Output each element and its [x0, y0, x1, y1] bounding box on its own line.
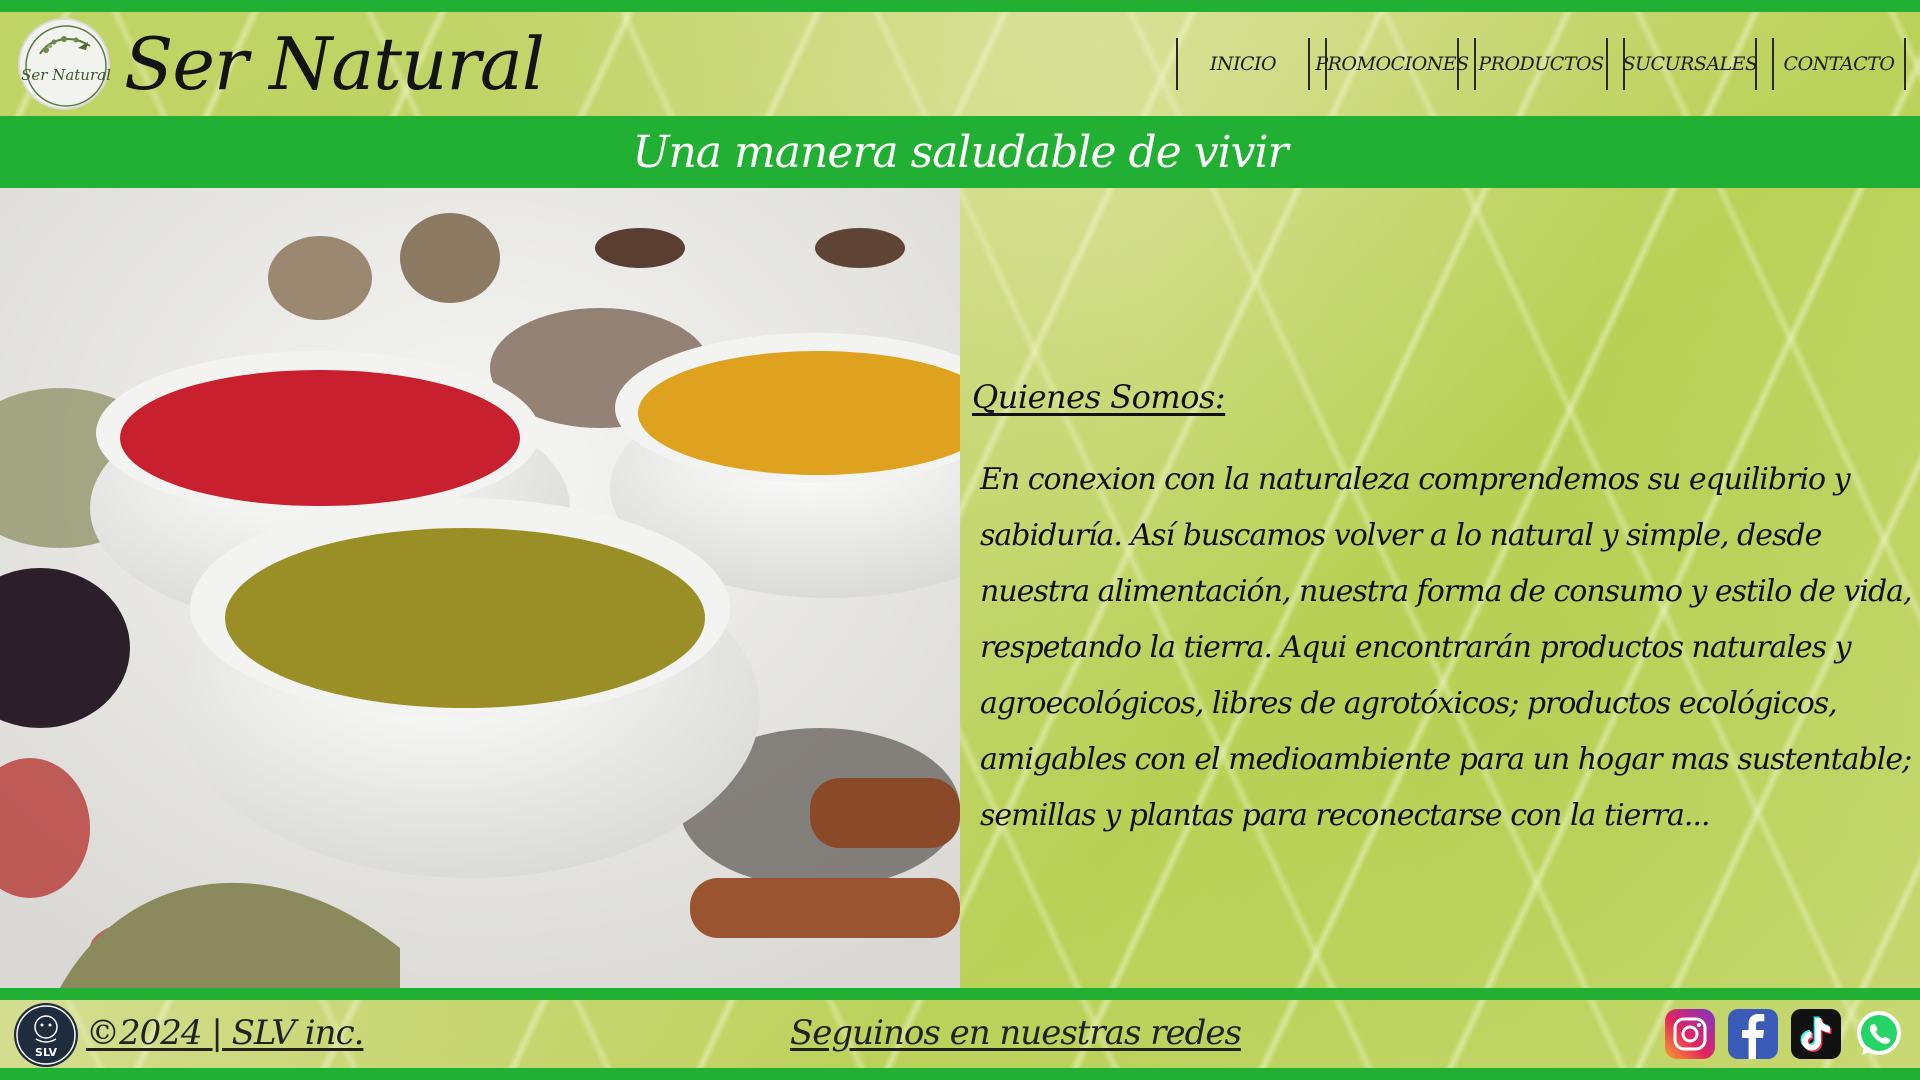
whatsapp-icon[interactable]: [1854, 1009, 1904, 1059]
nav-sucursales[interactable]: SUCURSALES: [1622, 38, 1758, 90]
slv-logo[interactable]: SLV: [14, 1003, 78, 1067]
logo-emblem: Ser Natural: [21, 25, 111, 107]
about-section: Quienes Somos: En conexion con la natura…: [960, 188, 1920, 988]
spices-photo: [0, 188, 960, 988]
nav-contacto[interactable]: CONTACTO: [1772, 38, 1906, 90]
site-header: Ser Natural Ser Natural INICIO PROMOCION…: [0, 12, 1920, 116]
logo-text: Ser Natural: [21, 66, 111, 84]
tagline-banner: Una manera saludable de vivir: [0, 116, 1920, 188]
social-links: [1652, 1009, 1904, 1059]
about-title: Quienes Somos:: [972, 378, 1226, 416]
nav-inicio[interactable]: INICIO: [1176, 38, 1310, 90]
tiktok-icon[interactable]: [1791, 1009, 1841, 1059]
follow-label: Seguinos en nuestras redes: [790, 1013, 1242, 1053]
footer-top-strip: [0, 988, 1920, 1000]
facebook-icon[interactable]: [1728, 1009, 1778, 1059]
instagram-icon[interactable]: [1665, 1009, 1715, 1059]
ser-natural-logo[interactable]: Ser Natural: [18, 18, 111, 110]
slv-logo-text: SLV: [35, 1046, 57, 1059]
bottom-accent-strip: [0, 1068, 1920, 1080]
about-text: En conexion con la naturaleza comprendem…: [980, 462, 1913, 833]
site-footer: SLV ©2024 | SLV inc. Seguinos en nuestra…: [0, 1000, 1920, 1068]
nav-promociones[interactable]: PROMOCIONES: [1315, 38, 1469, 90]
nav-productos[interactable]: PRODUCTOS: [1474, 38, 1608, 90]
main-nav: INICIO PROMOCIONES PRODUCTOS SUCURSALES …: [1161, 38, 1906, 90]
brand-title: Ser Natural: [124, 22, 545, 106]
slv-logo-emblem: SLV: [16, 1005, 76, 1065]
spices-illustration: [0, 188, 960, 988]
top-accent-strip: [0, 0, 1920, 12]
copyright-link[interactable]: ©2024 | SLV inc.: [86, 1008, 364, 1058]
